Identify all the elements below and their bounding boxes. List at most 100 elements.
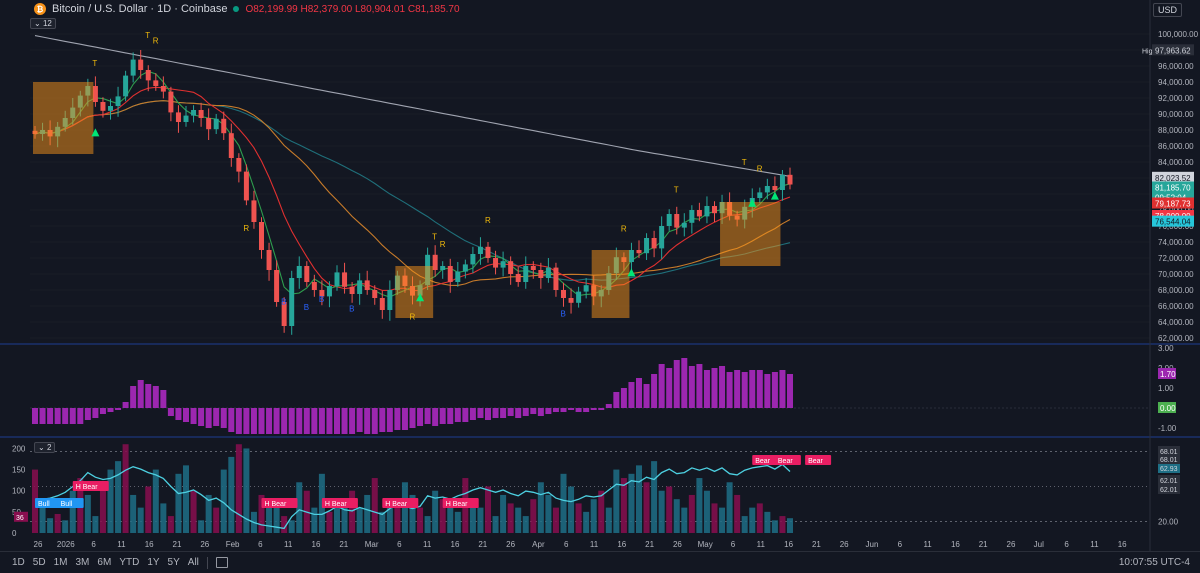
timeframe-5y[interactable]: 5Y: [164, 557, 184, 568]
osc-bar: [492, 408, 499, 418]
osc-bar: [454, 408, 461, 422]
osc-bar: [167, 408, 174, 416]
time-axis-label: 11: [590, 540, 599, 549]
volume-bar: [590, 499, 597, 533]
osc-bar: [258, 408, 265, 434]
candle-body: [583, 285, 589, 292]
osc-bar: [703, 370, 710, 408]
osc-bar: [122, 402, 129, 408]
volume-bar: [515, 507, 522, 533]
osc-bar: [779, 370, 786, 408]
candle-body: [138, 59, 144, 70]
osc-bar: [205, 408, 212, 428]
signal-label: T: [432, 233, 437, 242]
price-tick-label: 84,000.00: [1158, 158, 1194, 167]
osc-bar: [787, 374, 793, 408]
currency-selector[interactable]: USD: [1152, 3, 1182, 17]
left-tick-label: 200: [12, 444, 26, 453]
volume-bar: [485, 486, 491, 533]
price-tick-label: 92,000.00: [1158, 94, 1194, 103]
volume-bar: [92, 516, 99, 533]
timeframe-3m[interactable]: 3M: [72, 557, 94, 568]
osc-value-tag: 1.70: [1160, 370, 1176, 379]
timeframe-all[interactable]: All: [184, 557, 203, 568]
osc-bar: [250, 408, 257, 434]
pane1-badge-count: 12: [42, 19, 52, 28]
time-axis-label: 26: [1007, 540, 1016, 549]
candle-body: [251, 200, 257, 222]
candle-body: [447, 266, 453, 282]
osc-bar: [266, 408, 273, 434]
price-tick-label: 74,000.00: [1158, 238, 1194, 247]
candle-body: [387, 290, 393, 310]
volume-bar: [787, 518, 793, 533]
signal-label: B: [349, 305, 354, 314]
pane1-collapse-badge[interactable]: ⌄ 12: [30, 18, 56, 29]
candle-body: [266, 250, 272, 270]
signal-tag: H Bear: [446, 501, 468, 508]
osc-bar: [756, 370, 763, 408]
osc-bar: [213, 408, 220, 426]
time-axis-label: 6: [397, 540, 402, 549]
osc-bar: [228, 408, 235, 432]
signal-tag: Bear: [778, 458, 793, 465]
time-axis-label: 11: [1090, 540, 1099, 549]
timeframe-6m[interactable]: 6M: [93, 557, 115, 568]
time-axis-label: Apr: [532, 540, 545, 549]
timeframe-1d[interactable]: 1D: [8, 557, 29, 568]
osc-bar: [605, 404, 612, 408]
calendar-icon[interactable]: [215, 557, 228, 568]
price-chart[interactable]: 100,000.0098,000.0096,000.0094,000.0092,…: [0, 0, 1200, 573]
mid-ma-tag: 76,544.04: [1155, 218, 1191, 227]
volume-bar: [552, 507, 559, 533]
time-axis-label: 26: [840, 540, 849, 549]
volume-bar: [115, 461, 122, 533]
volume-bar: [666, 486, 673, 533]
volume-bar: [673, 499, 680, 533]
candle-body: [644, 238, 650, 254]
candle-body: [485, 246, 491, 258]
osc-bar: [696, 364, 703, 408]
volume-bar: [424, 516, 431, 533]
osc-bar: [734, 370, 741, 408]
candle-body: [696, 210, 702, 217]
time-axis-label: Mar: [365, 540, 379, 549]
price-tick-label: 94,000.00: [1158, 78, 1194, 87]
timeframe-1m[interactable]: 1M: [50, 557, 72, 568]
rsi-value-tag: 62.01: [1160, 478, 1178, 485]
candle-body: [183, 115, 189, 122]
timeframe-5d[interactable]: 5D: [29, 557, 50, 568]
timeframe-ytd[interactable]: YTD: [115, 557, 143, 568]
time-axis-label: 16: [1118, 540, 1127, 549]
signal-label: R: [410, 313, 416, 322]
symbol-title[interactable]: Bitcoin / U.S. Dollar · 1D · Coinbase: [52, 3, 227, 15]
candle-body: [779, 174, 785, 190]
pane3-collapse-badge[interactable]: ⌄ 2: [34, 442, 56, 453]
volume-bar: [605, 507, 612, 533]
volume-bar: [84, 494, 91, 533]
candle-body: [674, 214, 680, 228]
candle-body: [274, 270, 280, 302]
volume-bar: [326, 511, 333, 533]
osc-bar: [160, 390, 167, 408]
volume-bar: [771, 520, 778, 533]
time-axis-label: 6: [564, 540, 569, 549]
volume-bar: [643, 482, 650, 533]
osc-bar: [522, 408, 529, 416]
volatility-box: [591, 250, 630, 318]
osc-bar: [545, 408, 552, 414]
timeframe-1y[interactable]: 1Y: [143, 557, 163, 568]
volume-bar: [349, 490, 356, 533]
time-axis-label: Feb: [226, 540, 240, 549]
signal-label: B: [561, 309, 566, 318]
osc-bar: [288, 408, 295, 434]
osc-bar: [379, 408, 386, 432]
last-price-tag: 81,185.70: [1155, 184, 1191, 193]
bitcoin-icon: ₿: [34, 3, 46, 15]
toolbar-divider: [206, 556, 208, 569]
osc-bar: [243, 408, 250, 434]
volume-bar: [62, 520, 69, 533]
candle-body: [455, 271, 461, 282]
candle-body: [364, 280, 370, 290]
candle-body: [108, 106, 113, 111]
